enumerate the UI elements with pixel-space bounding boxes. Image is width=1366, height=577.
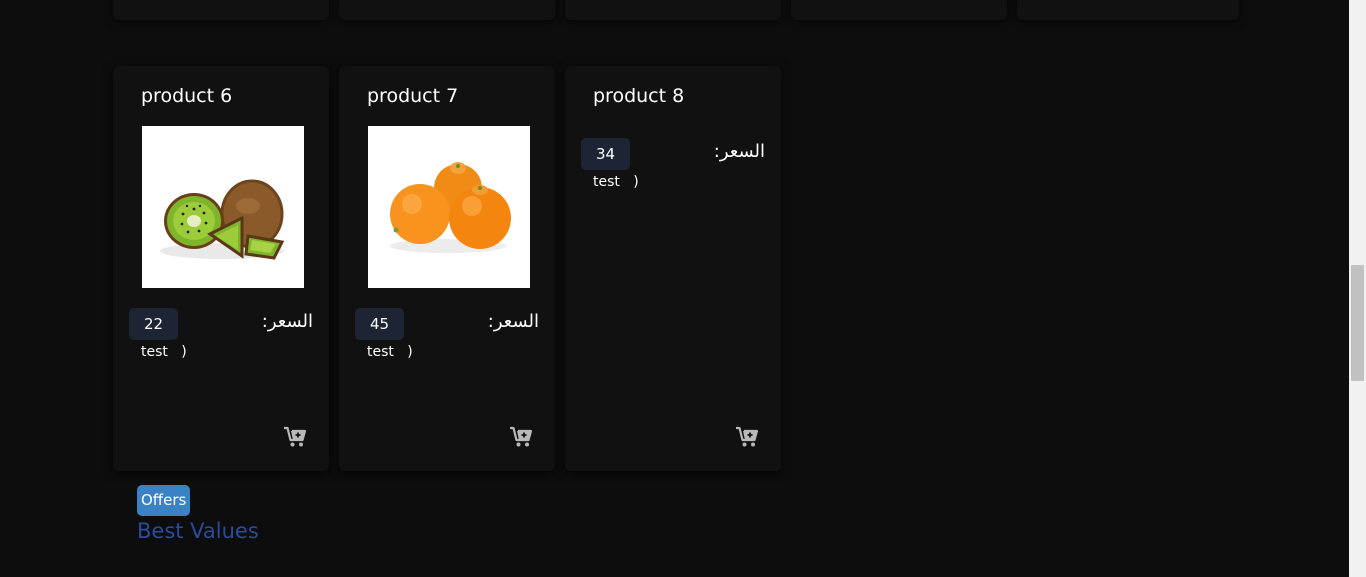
offers-badge: Offers: [137, 485, 191, 516]
add-to-cart-button[interactable]: [283, 426, 307, 448]
vertical-scrollbar[interactable]: [1349, 0, 1366, 577]
product-description: test ): [593, 174, 639, 190]
kiwi-image: [142, 126, 304, 288]
previous-row-card: [339, 0, 555, 20]
add-to-cart-icon: [510, 426, 533, 447]
previous-row-card: [1017, 0, 1239, 20]
product-card: product 7 45 السعر: test ): [339, 66, 555, 471]
previous-row-card: [113, 0, 329, 20]
price-label: السعر:: [261, 311, 313, 332]
previous-row-card: [565, 0, 781, 20]
price-label: السعر:: [713, 141, 765, 162]
product-title: product 7: [367, 85, 459, 107]
previous-row-card: [791, 0, 1007, 20]
scrollbar-thumb[interactable]: [1351, 265, 1364, 381]
add-to-cart-icon: [736, 426, 759, 447]
product-title: product 6: [141, 85, 233, 107]
price-row: 34 السعر:: [581, 138, 771, 172]
add-to-cart-icon: [284, 426, 307, 447]
section-heading: Best Values: [137, 519, 259, 543]
product-card: product 6 22 السعر: test): [113, 66, 329, 471]
price-badge: 22: [129, 308, 178, 340]
product-description: test ): [367, 344, 413, 360]
page: product 6 22 السعر: test) product 7 45 …: [0, 0, 1349, 577]
price-badge: 45: [355, 308, 404, 340]
tangerine-image: [368, 126, 530, 288]
product-description: test ): [141, 344, 187, 360]
price-row: 22 السعر:: [129, 308, 319, 342]
product-card: product 8 34 السعر: test ): [565, 66, 781, 471]
add-to-cart-button[interactable]: [735, 426, 759, 448]
price-badge: 34: [581, 138, 630, 170]
price-label: السعر:: [487, 311, 539, 332]
price-row: 45 السعر:: [355, 308, 545, 342]
add-to-cart-button[interactable]: [509, 426, 533, 448]
product-title: product 8: [593, 85, 685, 107]
